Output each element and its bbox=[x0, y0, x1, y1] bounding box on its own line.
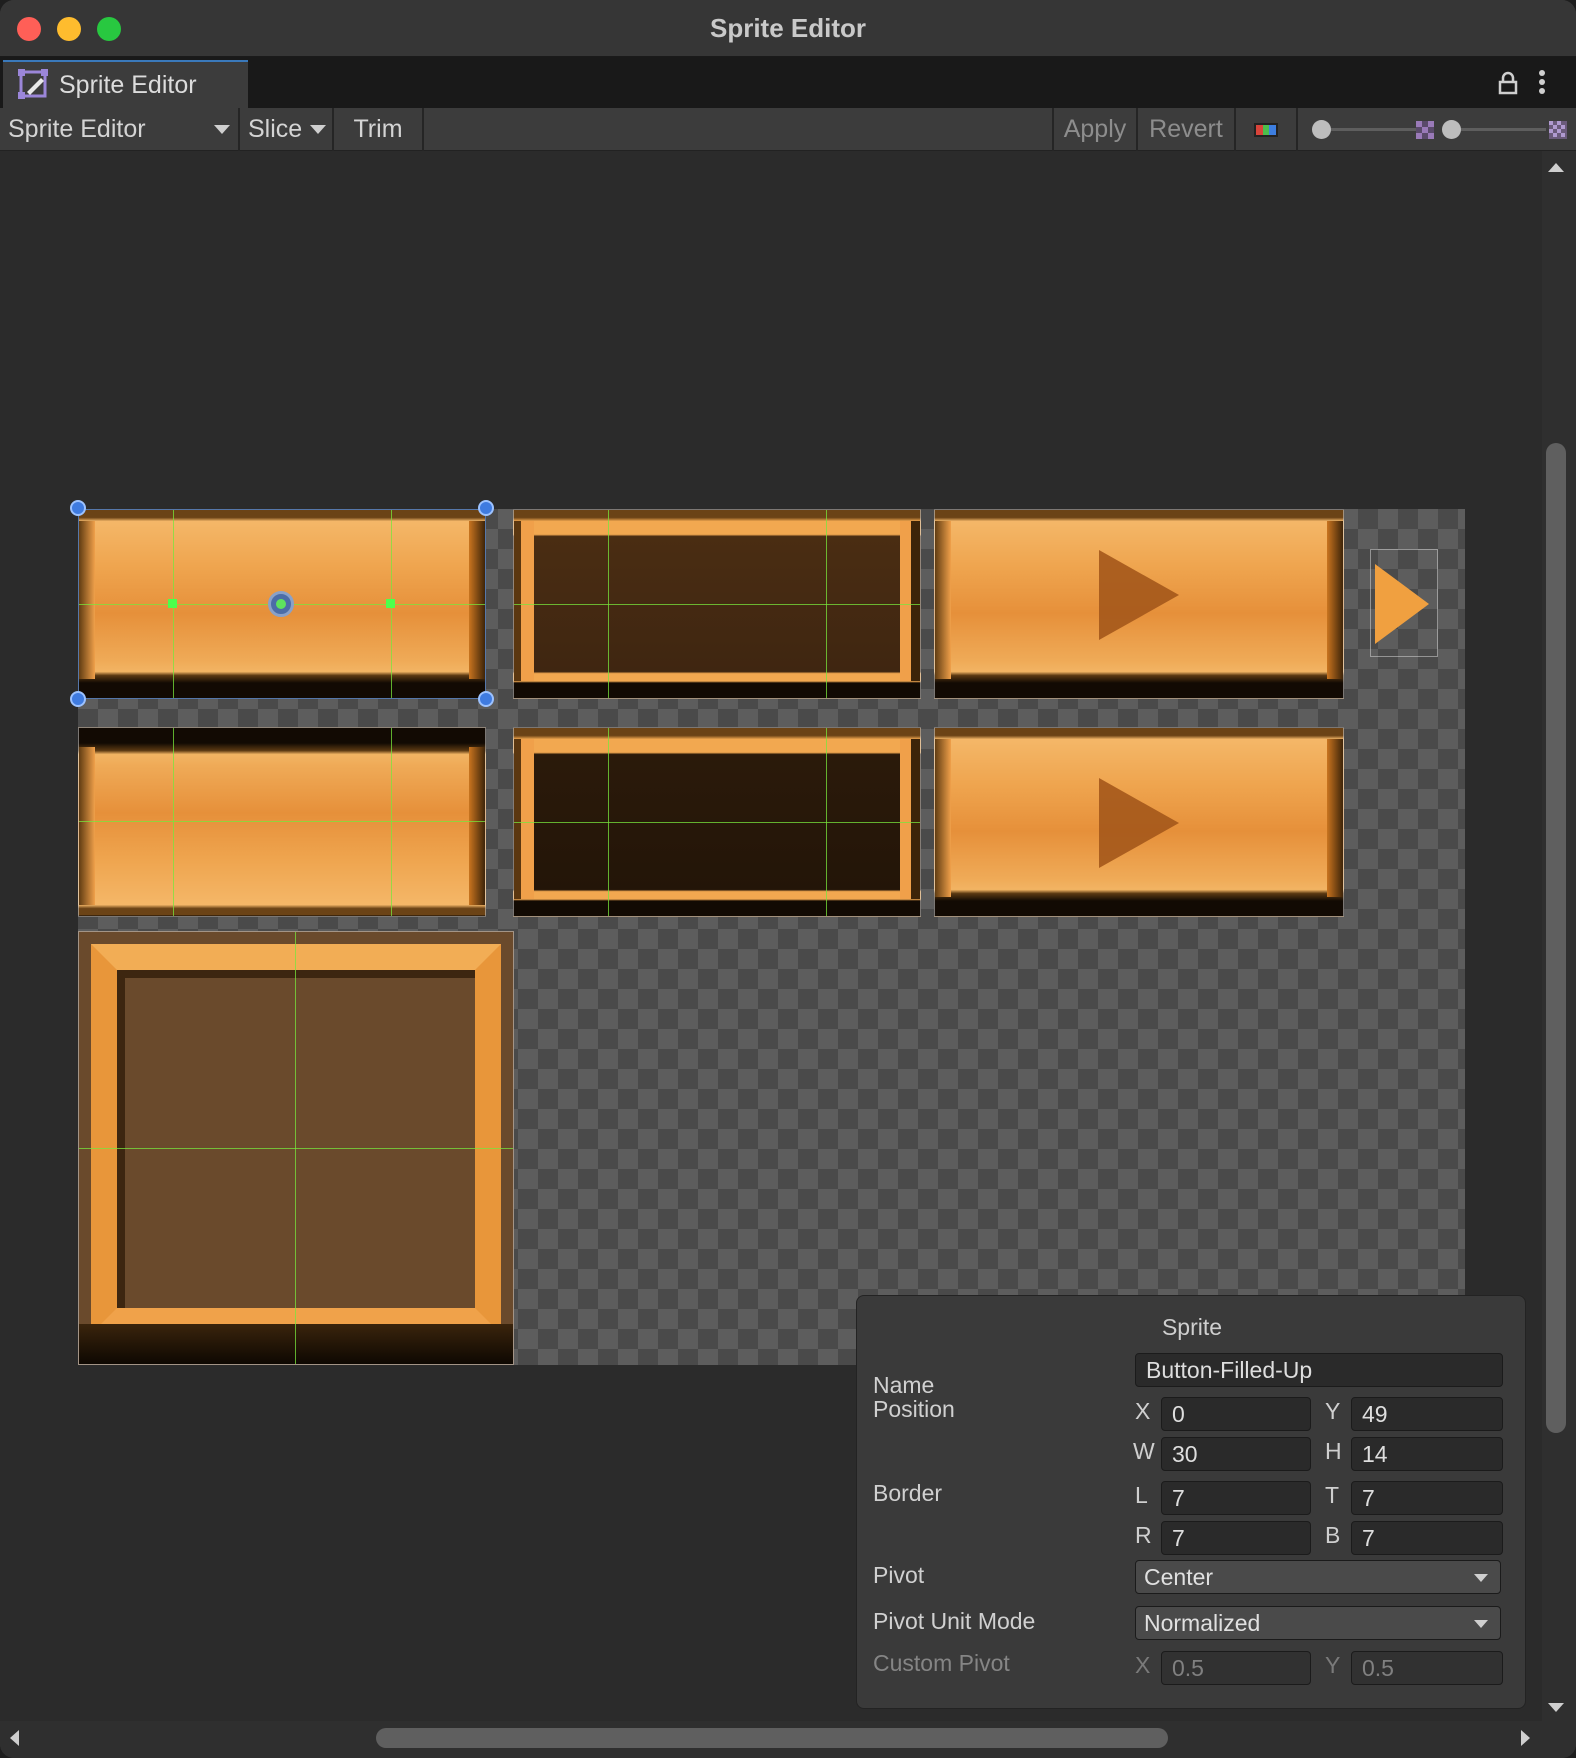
chevron-down-icon bbox=[214, 125, 230, 134]
border-guide-horizontal bbox=[514, 604, 920, 605]
border-handle-left[interactable] bbox=[168, 599, 177, 608]
zoom-icon bbox=[1416, 121, 1434, 139]
mode-dropdown[interactable]: Sprite Editor bbox=[0, 108, 240, 151]
toolbar: Sprite Editor Slice Trim Apply Revert bbox=[0, 108, 1576, 151]
title-bar: Sprite Editor bbox=[0, 0, 1576, 57]
resize-handle-bottom-right[interactable] bbox=[478, 691, 494, 707]
mip-level-icon bbox=[1549, 121, 1567, 139]
pivot-dropdown[interactable]: Center bbox=[1135, 1560, 1501, 1594]
custom-pivot-label: Custom Pivot bbox=[873, 1650, 1010, 1676]
scroll-left-icon[interactable] bbox=[10, 1730, 19, 1746]
tab-bar: Sprite Editor bbox=[0, 57, 1576, 108]
width-field[interactable]: 30 bbox=[1161, 1437, 1311, 1471]
scroll-up-icon[interactable] bbox=[1548, 163, 1564, 172]
border-left-field[interactable]: 7 bbox=[1161, 1481, 1311, 1515]
b-axis-label: B bbox=[1325, 1522, 1341, 1548]
h-axis-label: H bbox=[1325, 1438, 1342, 1464]
revert-button[interactable]: Revert bbox=[1138, 108, 1236, 151]
position-y-field[interactable]: 49 bbox=[1351, 1397, 1503, 1431]
arrow-icon bbox=[1375, 564, 1429, 644]
sprite-button-outline-up[interactable] bbox=[513, 509, 921, 699]
border-guide-horizontal bbox=[514, 822, 920, 823]
name-field[interactable]: Button-Filled-Up bbox=[1135, 1353, 1503, 1387]
sprite-button-arrow-down[interactable] bbox=[934, 727, 1344, 917]
zoom-slider-thumb[interactable] bbox=[1312, 120, 1331, 139]
border-guide-horizontal bbox=[79, 1148, 513, 1149]
chevron-down-icon bbox=[1474, 1574, 1488, 1582]
resize-handle-bottom-left[interactable] bbox=[70, 691, 86, 707]
pivot-handle[interactable] bbox=[268, 591, 294, 617]
position-x-field[interactable]: 0 bbox=[1161, 1397, 1311, 1431]
trim-button[interactable]: Trim bbox=[334, 108, 424, 151]
rgb-channel-icon bbox=[1254, 122, 1278, 137]
lock-icon[interactable] bbox=[1497, 71, 1519, 95]
border-label: Border bbox=[873, 1480, 943, 1506]
tab-sprite-editor[interactable]: Sprite Editor bbox=[3, 60, 248, 108]
custom-pivot-x-field: 0.5 bbox=[1161, 1651, 1311, 1685]
tab-label: Sprite Editor bbox=[59, 70, 197, 99]
mip-slider-track bbox=[1452, 128, 1546, 131]
pivot-value: Center bbox=[1144, 1564, 1214, 1590]
slice-dropdown[interactable]: Slice bbox=[240, 108, 334, 151]
name-label: Name bbox=[873, 1372, 935, 1398]
x-axis-label: X bbox=[1135, 1398, 1151, 1424]
window-title: Sprite Editor bbox=[709, 13, 866, 43]
scroll-down-icon[interactable] bbox=[1548, 1703, 1564, 1712]
slice-label: Slice bbox=[248, 115, 303, 143]
scroll-right-icon[interactable] bbox=[1521, 1730, 1530, 1746]
sprite-small-arrow[interactable] bbox=[1370, 549, 1438, 657]
resize-handle-top-left[interactable] bbox=[70, 500, 86, 516]
panel-inner-shadow bbox=[117, 970, 475, 1308]
r-axis-label: R bbox=[1135, 1522, 1152, 1548]
chevron-down-icon bbox=[1474, 1620, 1488, 1628]
inspector-title: Sprite bbox=[1161, 1314, 1223, 1340]
l-axis-label: L bbox=[1135, 1482, 1148, 1508]
sprite-panel[interactable] bbox=[78, 931, 514, 1365]
custom-pivot-y-axis-label: Y bbox=[1325, 1652, 1341, 1678]
vertical-scrollbar-thumb[interactable] bbox=[1546, 443, 1566, 1433]
arrow-icon bbox=[1099, 550, 1179, 640]
resize-handle-top-right[interactable] bbox=[478, 500, 494, 516]
pivot-unit-mode-dropdown[interactable]: Normalized bbox=[1135, 1606, 1501, 1640]
color-channel-button[interactable] bbox=[1236, 108, 1298, 151]
sprite-editor-icon bbox=[18, 69, 48, 99]
sprite-inspector-panel: Sprite Name Button-Filled-Up Position X … bbox=[856, 1295, 1526, 1709]
chevron-down-icon bbox=[310, 125, 326, 134]
sprite-button-outline-down[interactable] bbox=[513, 727, 921, 917]
custom-pivot-x-axis-label: X bbox=[1135, 1652, 1151, 1678]
border-guide-horizontal bbox=[79, 821, 485, 822]
height-field[interactable]: 14 bbox=[1351, 1437, 1503, 1471]
t-axis-label: T bbox=[1325, 1482, 1340, 1508]
more-options-icon[interactable] bbox=[1534, 69, 1550, 95]
sprite-editor-window: Sprite Editor Sprite Editor Sprite Edito… bbox=[0, 0, 1576, 1758]
custom-pivot-y-field: 0.5 bbox=[1351, 1651, 1503, 1685]
pivot-unit-mode-label: Pivot Unit Mode bbox=[873, 1608, 1036, 1634]
arrow-icon bbox=[1099, 778, 1179, 868]
sprite-button-filled-down[interactable] bbox=[78, 727, 486, 917]
w-axis-label: W bbox=[1133, 1438, 1155, 1464]
mip-level-slider[interactable] bbox=[1442, 108, 1552, 151]
y-axis-label: Y bbox=[1325, 1398, 1341, 1424]
panel-bottom-edge bbox=[79, 1324, 513, 1364]
pivot-unit-mode-value: Normalized bbox=[1144, 1610, 1261, 1636]
border-top-field[interactable]: 7 bbox=[1351, 1481, 1503, 1515]
border-bottom-field[interactable]: 7 bbox=[1351, 1521, 1503, 1555]
apply-button[interactable]: Apply bbox=[1052, 108, 1138, 151]
border-right-field[interactable]: 7 bbox=[1161, 1521, 1311, 1555]
pivot-label: Pivot bbox=[873, 1562, 925, 1588]
position-label: Position bbox=[873, 1396, 955, 1422]
border-handle-right[interactable] bbox=[386, 599, 395, 608]
horizontal-scrollbar-thumb[interactable] bbox=[376, 1728, 1168, 1748]
mode-label: Sprite Editor bbox=[8, 115, 146, 143]
border-guide-right bbox=[391, 728, 392, 916]
mip-slider-thumb[interactable] bbox=[1442, 120, 1461, 139]
zoom-slider-track bbox=[1320, 128, 1420, 131]
border-guide-left bbox=[173, 728, 174, 916]
sprite-button-arrow-up[interactable] bbox=[934, 509, 1344, 699]
